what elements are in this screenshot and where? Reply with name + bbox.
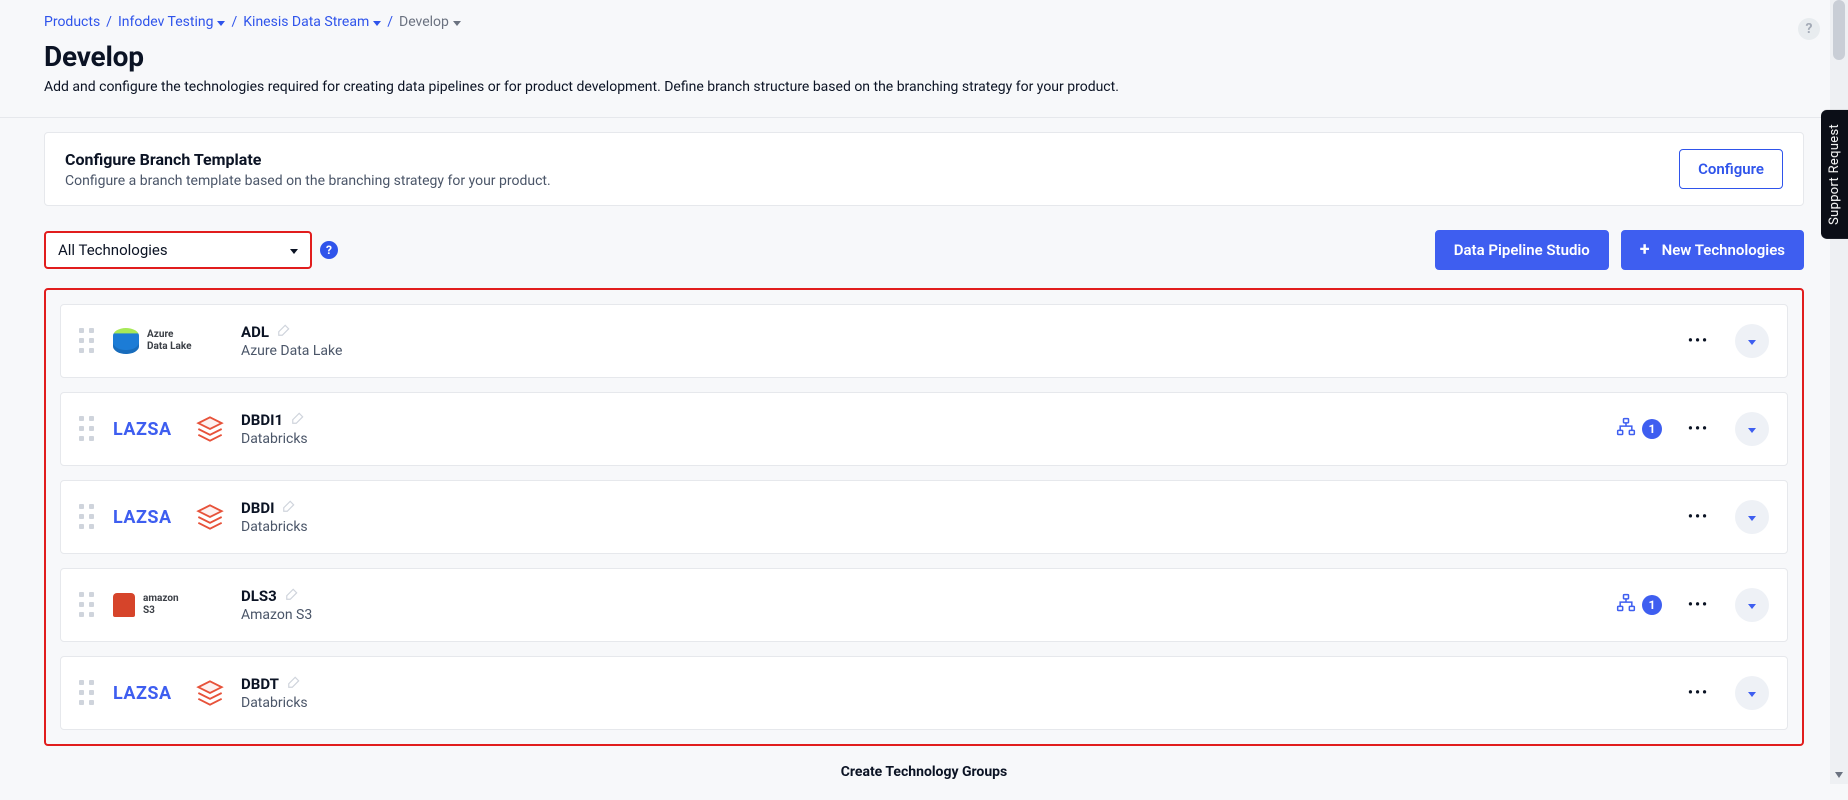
tech-meta: ADL Azure Data Lake <box>241 323 342 359</box>
tech-logo: LAZSA <box>113 500 223 534</box>
row-more-icon[interactable]: ••• <box>1682 593 1715 617</box>
tech-name: DLS3 <box>241 587 277 605</box>
page-title: Develop <box>44 40 1804 73</box>
chevron-down-icon <box>373 21 381 26</box>
azure-data-lake-logo: AzureData Lake <box>113 328 191 354</box>
select-value: All Technologies <box>58 241 168 259</box>
amazon-logo-text: amazonS3 <box>143 593 179 617</box>
expand-row-button[interactable] <box>1735 412 1769 446</box>
edit-icon[interactable] <box>277 323 291 341</box>
expand-row-button[interactable] <box>1735 676 1769 710</box>
branch-template-card: Configure Branch Template Configure a br… <box>44 132 1804 206</box>
breadcrumb-current-develop[interactable]: Develop <box>399 14 461 30</box>
drag-handle-icon[interactable] <box>79 328 95 354</box>
chevron-down-icon <box>453 21 461 26</box>
drag-handle-icon[interactable] <box>79 592 95 618</box>
technology-list: AzureData LakeADL Azure Data Lake•••LAZS… <box>44 288 1804 746</box>
edit-icon[interactable] <box>291 411 305 429</box>
page-subtitle: Add and configure the technologies requi… <box>44 79 1804 95</box>
create-technology-groups-link[interactable]: Create Technology Groups <box>44 764 1804 780</box>
edit-icon[interactable] <box>287 675 301 693</box>
s3-bucket-icon <box>113 593 135 617</box>
azure-cylinder-icon <box>113 328 139 354</box>
tech-meta: DLS3 Amazon S3 <box>241 587 312 623</box>
technology-filter-select[interactable]: All Technologies <box>44 231 312 269</box>
drag-handle-icon[interactable] <box>79 416 95 442</box>
sitemap-icon <box>1616 593 1636 617</box>
technology-row: AzureData Lake ADL Azure Data Lake ••• <box>60 304 1788 378</box>
breadcrumb-sep: / <box>231 14 237 30</box>
support-request-tab[interactable]: Support Request <box>1821 110 1848 239</box>
tech-logo: LAZSA <box>113 676 223 710</box>
tech-subtitle: Amazon S3 <box>241 607 312 623</box>
tech-name: DBDI <box>241 499 274 517</box>
breadcrumb-sep: / <box>106 14 112 30</box>
technology-row: LAZSA DBDT Databricks ••• <box>60 656 1788 730</box>
breadcrumb-dropdown-kinesis[interactable]: Kinesis Data Stream <box>243 14 381 30</box>
data-pipeline-studio-button[interactable]: Data Pipeline Studio <box>1435 230 1609 270</box>
breadcrumb: Products / Infodev Testing / Kinesis Dat… <box>44 14 1804 30</box>
tech-meta: DBDI Databricks <box>241 499 308 535</box>
drag-handle-icon[interactable] <box>79 680 95 706</box>
tech-subtitle: Databricks <box>241 695 308 711</box>
configure-button[interactable]: Configure <box>1679 149 1783 189</box>
row-more-icon[interactable]: ••• <box>1682 417 1715 441</box>
help-icon[interactable]: ? <box>1798 18 1820 40</box>
amazon-s3-logo: amazonS3 <box>113 593 179 617</box>
tech-logo: AzureData Lake <box>113 328 223 354</box>
lazsa-logo-text: LAZSA <box>113 683 172 704</box>
breadcrumb-label: Develop <box>399 14 449 30</box>
chevron-down-icon <box>1748 692 1756 697</box>
breadcrumb-link-products[interactable]: Products <box>44 14 100 30</box>
pipeline-badge[interactable]: 1 <box>1616 593 1662 617</box>
technology-row: amazonS3 DLS3 Amazon S3 1 ••• <box>60 568 1788 642</box>
breadcrumb-dropdown-infodev[interactable]: Infodev Testing <box>118 14 226 30</box>
tech-name: ADL <box>241 323 269 341</box>
stack-layers-icon <box>196 679 224 707</box>
tech-subtitle: Databricks <box>241 519 308 535</box>
azure-logo-text: AzureData Lake <box>147 329 191 353</box>
tech-subtitle: Azure Data Lake <box>241 343 342 359</box>
badge-count: 1 <box>1642 595 1662 615</box>
tech-logo: LAZSA <box>113 412 223 446</box>
drag-handle-icon[interactable] <box>79 504 95 530</box>
row-more-icon[interactable]: ••• <box>1682 505 1715 529</box>
tech-name: DBDI1 <box>241 411 283 429</box>
branch-card-subtitle: Configure a branch template based on the… <box>65 173 551 189</box>
expand-row-button[interactable] <box>1735 588 1769 622</box>
chevron-down-icon <box>1748 340 1756 345</box>
chevron-down-icon <box>290 249 298 254</box>
pipeline-badge[interactable]: 1 <box>1616 417 1662 441</box>
expand-row-button[interactable] <box>1735 500 1769 534</box>
chevron-down-icon <box>1748 516 1756 521</box>
chevron-down-icon <box>1748 428 1756 433</box>
tech-meta: DBDI1 Databricks <box>241 411 308 447</box>
chevron-down-icon <box>217 21 225 26</box>
breadcrumb-sep: / <box>387 14 393 30</box>
edit-icon[interactable] <box>285 587 299 605</box>
technology-row: LAZSA DBDI Databricks ••• <box>60 480 1788 554</box>
tech-logo: amazonS3 <box>113 593 223 617</box>
edit-icon[interactable] <box>282 499 296 517</box>
new-technologies-button[interactable]: New Technologies <box>1621 230 1804 270</box>
stack-layers-icon <box>196 503 224 531</box>
lazsa-logo-text: LAZSA <box>113 507 172 528</box>
breadcrumb-label: Kinesis Data Stream <box>243 14 369 30</box>
row-more-icon[interactable]: ••• <box>1682 329 1715 353</box>
chevron-down-icon <box>1748 604 1756 609</box>
sitemap-icon <box>1616 417 1636 441</box>
technology-row: LAZSA DBDI1 Databricks 1 ••• <box>60 392 1788 466</box>
breadcrumb-label: Infodev Testing <box>118 14 214 30</box>
tech-subtitle: Databricks <box>241 431 308 447</box>
filter-help-icon[interactable]: ? <box>320 241 338 259</box>
branch-card-title: Configure Branch Template <box>65 150 551 169</box>
tech-name: DBDT <box>241 675 279 693</box>
expand-row-button[interactable] <box>1735 324 1769 358</box>
row-more-icon[interactable]: ••• <box>1682 681 1715 705</box>
stack-layers-icon <box>196 415 224 443</box>
badge-count: 1 <box>1642 419 1662 439</box>
lazsa-logo-text: LAZSA <box>113 419 172 440</box>
tech-meta: DBDT Databricks <box>241 675 308 711</box>
header-divider <box>0 117 1848 118</box>
